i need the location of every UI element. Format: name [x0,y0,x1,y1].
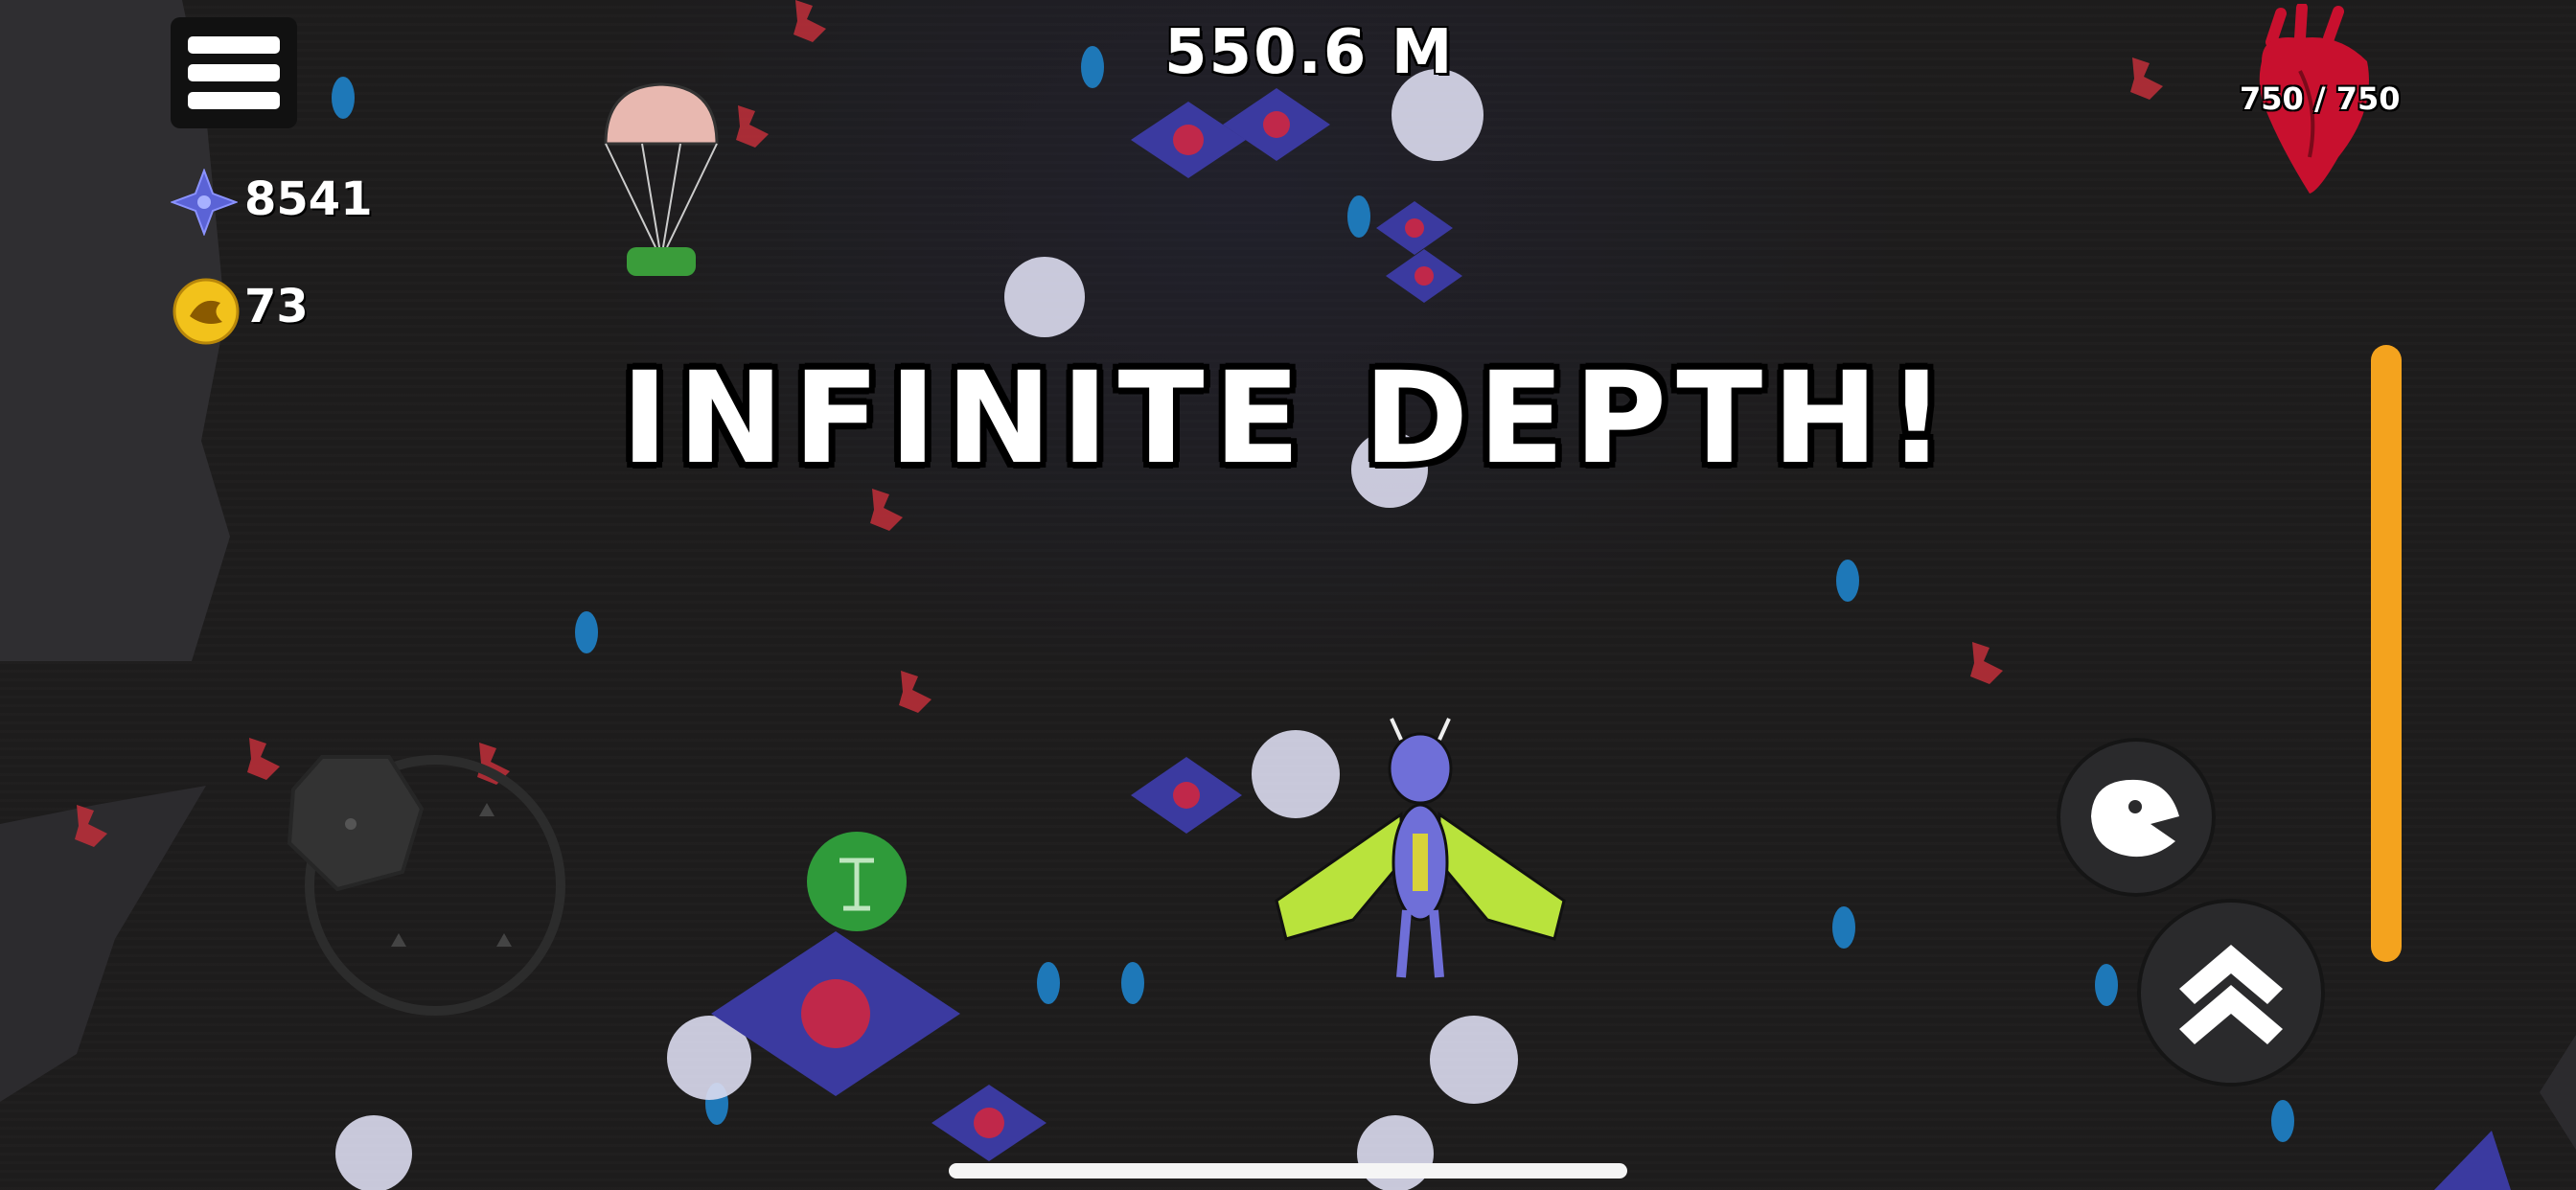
dash-button[interactable] [2057,738,2216,897]
game-stage: 550.6 M 8541 73 750 / 750 INFINITE DEPTH… [0,0,2576,1190]
home-indicator[interactable] [949,1163,1627,1179]
depth-banner: INFINITE DEPTH! [621,345,1955,492]
gem-count: 8541 [244,172,373,226]
diamond-enemies [711,88,1462,1161]
movement-joystick[interactable] [287,755,565,1016]
health-readout: 750 / 750 [2240,80,2401,117]
parachute-supply-drop [604,82,719,276]
dash-claw-icon [2091,779,2179,858]
stamina-bar [2371,345,2402,962]
green-powerup-orb [807,832,907,931]
menu-button[interactable] [171,17,297,128]
jump-button[interactable] [2137,899,2325,1087]
dragon-coin-icon [172,278,240,345]
joystick-arrows-icon [391,803,512,947]
blood-splatter [736,105,769,148]
star-gem-icon [171,169,238,236]
hamburger-menu-icon [188,36,280,54]
depth-counter: 550.6 M [1164,17,1455,88]
coin-count: 73 [244,280,309,333]
double-chevron-up-icon [2179,945,2283,1044]
